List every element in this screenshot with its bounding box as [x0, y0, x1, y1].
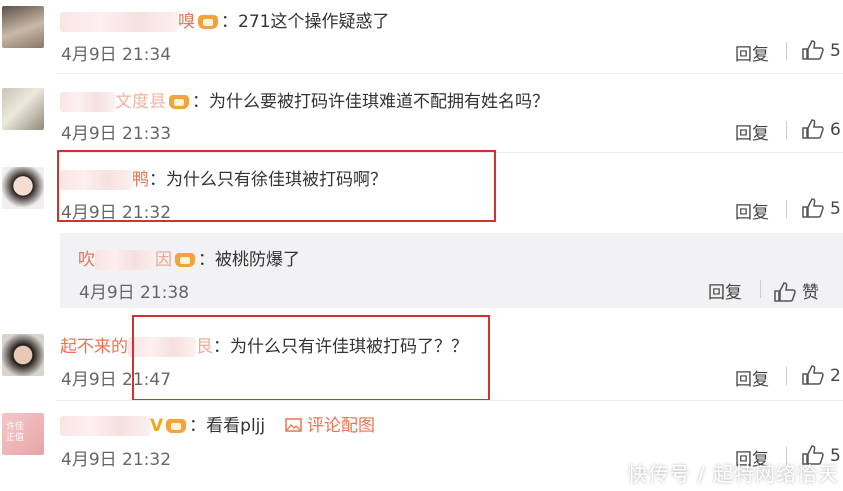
like-button[interactable]: 5: [802, 198, 841, 219]
avatar[interactable]: [2, 167, 44, 209]
comment-author[interactable]: 嗅：271这个操作疑惑了: [60, 7, 389, 32]
reply-button[interactable]: 回复: [735, 365, 769, 390]
like-label: 赞: [802, 283, 819, 303]
avatar-caption: 许佳 正值: [6, 422, 25, 443]
like-count: 6: [830, 120, 841, 140]
divider: [786, 200, 787, 218]
avatar[interactable]: [2, 334, 44, 376]
comment-author[interactable]: 吹因：被桃防爆了: [78, 245, 300, 270]
comment-text: ：271这个操作疑惑了: [221, 12, 390, 32]
divider: [786, 367, 787, 385]
comment-time: 4月9日 21:33: [61, 124, 172, 144]
thumbs-up-icon: [802, 198, 824, 218]
like-count: 2: [830, 366, 841, 386]
sub-reply-block: 吹因：被桃防爆了 4月9日 21:38 回复 赞: [60, 233, 843, 308]
vip-crown-icon: [165, 417, 189, 435]
thumbs-up-icon: [802, 365, 824, 385]
watermark: 快传号 / 起特网络恰天: [627, 462, 839, 486]
comment-item: 文度县 ：为什么要被打码许佳琪难道不配拥有姓名吗？ 4月9日 21:33 回复 6: [0, 74, 843, 152]
comment-text: ：被桃防爆了: [198, 250, 300, 270]
like-count: 5: [830, 199, 841, 219]
vip-crown-icon: [174, 251, 198, 269]
avatar[interactable]: [2, 6, 44, 48]
image-link-label: 评论配图: [306, 416, 375, 436]
like-button[interactable]: 6: [802, 119, 841, 140]
comment-text: ：看看pljj: [189, 416, 266, 436]
comment-time: 4月9日 21:32: [61, 450, 172, 470]
reply-button[interactable]: 回复: [735, 40, 769, 65]
vip-crown-icon: [168, 93, 192, 111]
image-link[interactable]: 评论配图: [284, 416, 375, 436]
comment-text: ：为什么要被打码许佳琪难道不配拥有姓名吗？: [192, 92, 549, 112]
comment-item: 嗅：271这个操作疑惑了 4月9日 21:34 回复 5: [0, 0, 843, 72]
image-icon: [284, 418, 302, 432]
like-count: 5: [830, 41, 841, 61]
like-button[interactable]: 2: [802, 365, 841, 386]
reply-button[interactable]: 回复: [735, 198, 769, 223]
highlight-box: [57, 150, 496, 222]
comment-author[interactable]: 文度县 ：为什么要被打码许佳琪难道不配拥有姓名吗？: [60, 87, 549, 112]
comment-author[interactable]: V ：看看pljj 评论配图: [60, 411, 375, 436]
divider: [786, 121, 787, 139]
vip-crown-icon: [197, 13, 221, 31]
avatar[interactable]: 许佳 正值: [2, 413, 44, 455]
divider: [760, 280, 761, 298]
reply-button[interactable]: 回复: [735, 119, 769, 144]
comment-time: 4月9日 21:34: [61, 45, 172, 65]
like-button[interactable]: 赞: [774, 278, 819, 303]
reply-button[interactable]: 回复: [708, 278, 742, 303]
highlight-box: [132, 315, 490, 401]
thumbs-up-icon: [802, 119, 824, 139]
thumbs-up-icon: [774, 282, 796, 302]
thumbs-up-icon: [802, 40, 824, 60]
comment-time: 4月9日 21:38: [79, 283, 190, 303]
avatar[interactable]: [2, 88, 44, 130]
like-button[interactable]: 5: [802, 40, 841, 61]
divider: [786, 42, 787, 60]
